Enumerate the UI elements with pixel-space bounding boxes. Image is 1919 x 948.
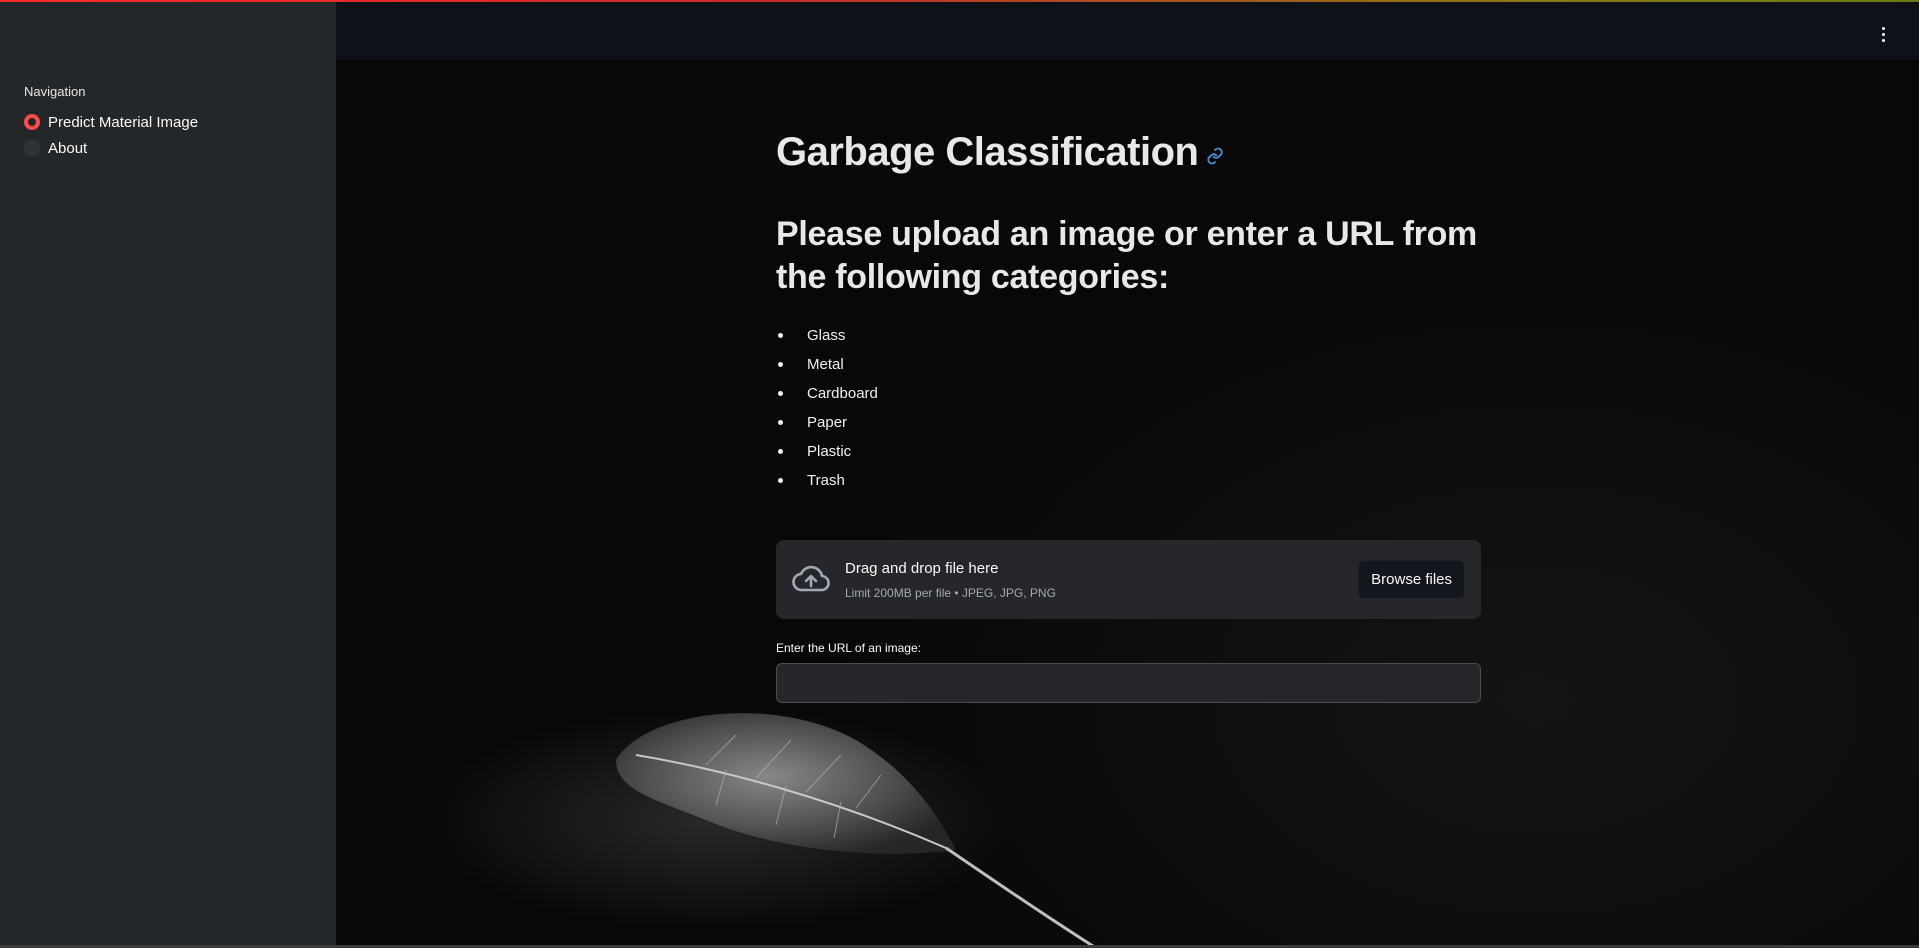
main-content: Garbage Classification Please upload an … bbox=[776, 130, 1481, 703]
list-item: Trash bbox=[776, 466, 1481, 495]
nav-item-label: Predict Material Image bbox=[48, 113, 199, 131]
kebab-menu-icon[interactable] bbox=[1875, 24, 1891, 44]
browse-files-button[interactable]: Browse files bbox=[1358, 560, 1465, 599]
list-item: Glass bbox=[776, 321, 1481, 350]
cloud-upload-icon bbox=[792, 565, 830, 592]
main-area: Garbage Classification Please upload an … bbox=[336, 0, 1919, 948]
bullet-icon bbox=[778, 449, 783, 454]
sidebar: Navigation Predict Material Image About bbox=[0, 0, 336, 948]
top-decoration-bar bbox=[0, 0, 1919, 2]
bullet-icon bbox=[778, 391, 783, 396]
leaf-background-image bbox=[616, 713, 1097, 948]
url-field-label: Enter the URL of an image: bbox=[776, 641, 921, 655]
dropzone-limit-text: Limit 200MB per file • JPEG, JPG, PNG bbox=[845, 586, 1056, 600]
bullet-icon bbox=[778, 362, 783, 367]
bullet-icon bbox=[778, 420, 783, 425]
nav-item-predict-material-image[interactable]: Predict Material Image bbox=[24, 109, 312, 135]
category-list: Glass Metal Cardboard Paper Plastic Tras… bbox=[776, 321, 1481, 495]
list-item: Metal bbox=[776, 350, 1481, 379]
nav-title: Navigation bbox=[24, 84, 86, 99]
list-item: Plastic bbox=[776, 437, 1481, 466]
list-item: Cardboard bbox=[776, 379, 1481, 408]
nav-item-about[interactable]: About bbox=[24, 135, 312, 161]
bullet-icon bbox=[778, 333, 783, 338]
list-item: Paper bbox=[776, 408, 1481, 437]
url-input[interactable] bbox=[776, 663, 1481, 703]
page-title: Garbage Classification bbox=[776, 130, 1199, 174]
page-subtitle: Please upload an image or enter a URL fr… bbox=[776, 215, 1477, 296]
file-dropzone[interactable]: Drag and drop file here Limit 200MB per … bbox=[776, 540, 1481, 619]
link-icon[interactable] bbox=[1206, 147, 1224, 165]
nav-item-label: About bbox=[48, 139, 88, 157]
radio-unselected-icon[interactable] bbox=[24, 140, 40, 156]
bullet-icon bbox=[778, 478, 783, 483]
radio-selected-icon[interactable] bbox=[24, 114, 40, 130]
dropzone-instructions: Drag and drop file here bbox=[845, 560, 999, 577]
app-header bbox=[336, 0, 1919, 60]
